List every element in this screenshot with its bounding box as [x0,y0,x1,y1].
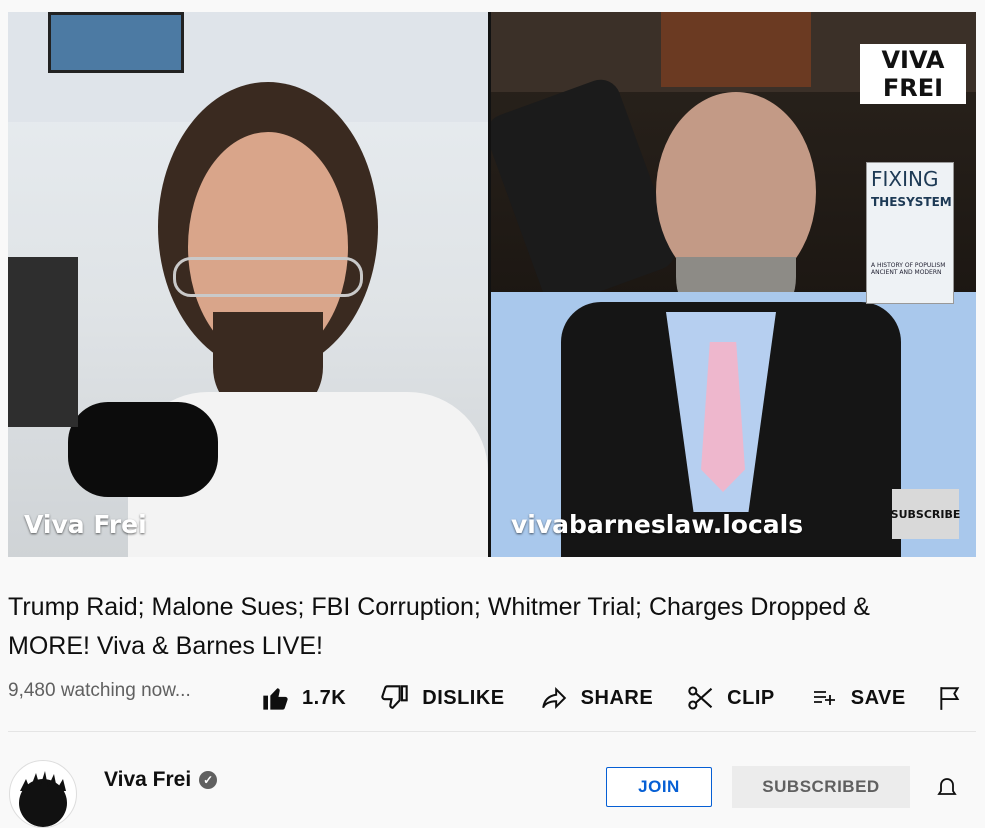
book-cover: FIXING THESYSTEM A HISTORY OF POPULISM A… [866,162,954,304]
clip-label: CLIP [727,686,775,709]
book-title-2: THESYSTEM [871,195,952,209]
save-label: SAVE [850,686,906,709]
divider [8,731,976,732]
video-pane-left: Viva Frei [8,12,488,557]
dislike-button[interactable]: DISLIKE [380,684,504,712]
channel-avatar[interactable] [9,760,77,828]
action-bar: 1.7K DISLIKE SHARE CLIP SAVE [260,678,940,718]
video-title-line1: Trump Raid; Malone Sues; FBI Corruption;… [8,593,870,621]
dislike-label: DISLIKE [422,686,505,709]
channel-avatar-image [19,771,67,827]
share-label: SHARE [580,686,654,709]
verified-icon: ✓ [199,771,218,789]
like-count: 1.7K [302,686,347,709]
book-title-1: FIXING [871,167,939,191]
logo-line1: VIVA [881,46,945,74]
left-name-overlay: Viva Frei [24,510,147,539]
video-pane-right: FIXING THESYSTEM A HISTORY OF POPULISM A… [491,12,976,557]
watching-count: 9,480 watching now... [8,680,191,701]
channel-name-text: Viva Frei [104,768,192,791]
report-button[interactable] [937,684,963,717]
save-icon [813,691,835,705]
bell-icon [937,778,957,795]
join-button[interactable]: JOIN [606,767,712,807]
share-button[interactable]: SHARE [539,685,654,711]
viva-frei-logo: VIVA FREI [860,44,966,104]
save-button[interactable]: SAVE [809,686,906,710]
subscribe-watermark-button[interactable]: SUBSCRIBE [891,489,960,539]
like-button[interactable]: 1.7K [260,684,346,712]
channel-name[interactable]: Viva Frei ✓ [104,768,218,792]
clip-button[interactable]: CLIP [687,684,775,712]
dislike-icon [381,685,408,709]
flag-icon [940,687,960,710]
subscribed-button[interactable]: SUBSCRIBED [732,766,910,808]
notification-bell-button[interactable] [935,775,959,806]
right-name-overlay: vivabarneslaw.locals [511,510,804,539]
video-title-line2: MORE! Viva & Barnes LIVE! [8,632,323,660]
logo-line2: FREI [882,74,944,102]
clip-icon [688,686,713,710]
video-player[interactable]: Viva Frei FIXING THESYSTEM A HISTORY OF … [8,12,976,557]
video-title: Trump Raid; Malone Sues; FBI Corruption;… [8,588,958,666]
share-icon [541,686,566,710]
like-icon [263,688,288,710]
book-subtitle: A HISTORY OF POPULISM ANCIENT AND MODERN [871,262,946,276]
